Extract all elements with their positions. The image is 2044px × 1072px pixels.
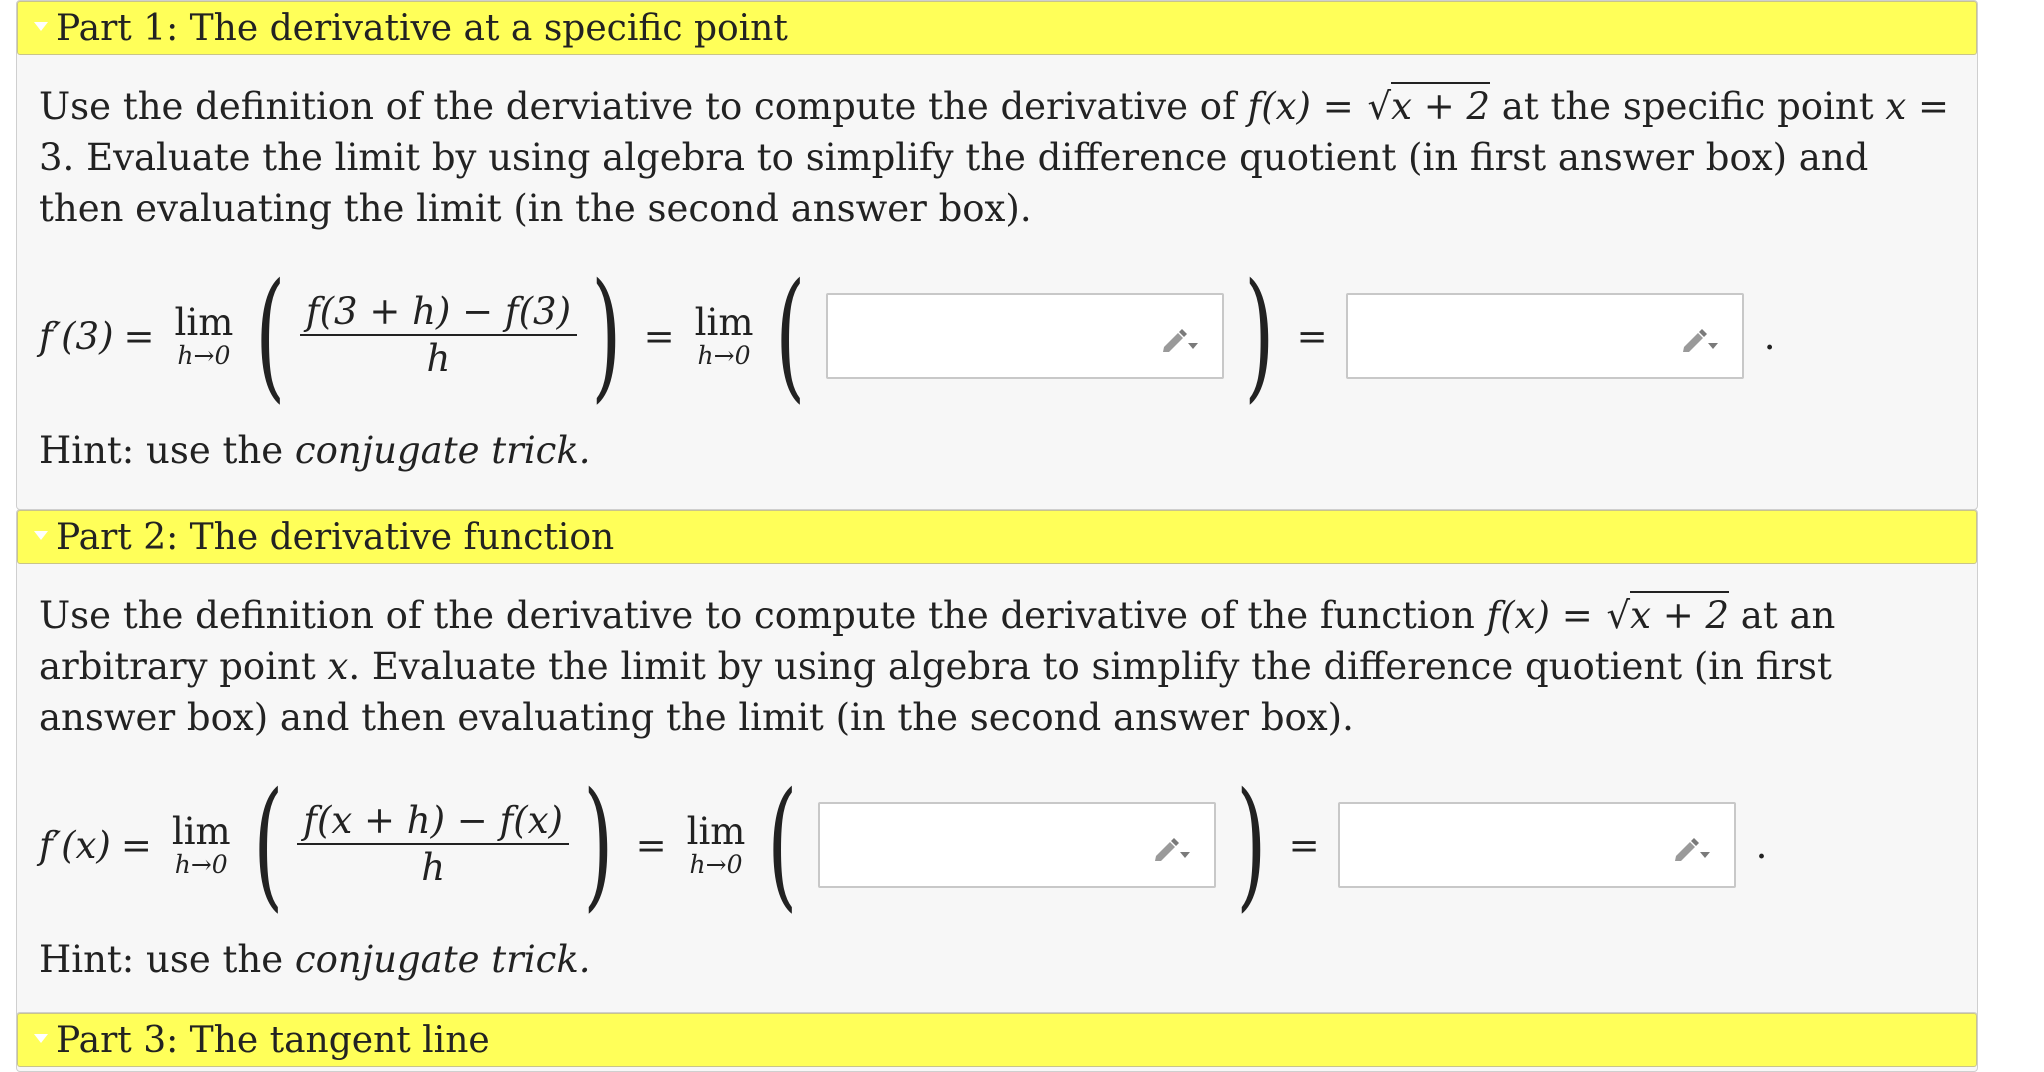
part1-lim-word-2: lim <box>694 301 754 344</box>
part2-lim-word-1: lim <box>171 810 231 853</box>
part1-hint: Hint: use the conjugate trick. <box>39 426 1955 476</box>
part1-title: Part 1: The derivative at a specific poi… <box>56 7 788 49</box>
part2-left-paren-2: ( <box>767 763 798 926</box>
part1-func-lhs: f(x) <box>1247 85 1311 128</box>
part3-section: Part 3: The tangent line <box>16 1012 1978 1072</box>
part2-lim-2: lim h→0 <box>687 812 746 878</box>
part2-eq-equals-2: = <box>635 823 667 867</box>
part2-difference-quotient: f(x + h) − f(x) h <box>297 799 569 891</box>
part2-prompt-text-a: Use the definition of the derivative to … <box>39 594 1487 637</box>
part2-eq-equals-3: = <box>1288 823 1320 867</box>
part2-lim-sub-1: h→0 <box>174 850 228 879</box>
part1-eq-equals-1: = <box>123 314 155 358</box>
part2-section: Part 2: The derivative function Use the … <box>16 509 1978 1021</box>
part1-frac-den: h <box>426 337 451 380</box>
part2-header[interactable]: Part 2: The derivative function <box>17 510 1977 564</box>
part2-eq-lhs: f′(x) <box>39 823 111 867</box>
part1-body: Use the definition of the derviative to … <box>17 55 1977 486</box>
part1-eq-lhs: f′(3) <box>39 314 114 358</box>
part2-lim-sub-2: h→0 <box>689 850 743 879</box>
part1-prompt-text-c: . Evaluate the limit by using algebra to… <box>39 136 1869 230</box>
part2-sqrt: √x + 2 <box>1605 590 1730 641</box>
part2-equation: f′(x) = lim h→0 ( f(x + h) − f(x) h ) = … <box>39 765 1955 925</box>
part1-hint-prefix: Hint: use the <box>39 429 295 472</box>
part2-lim-1: lim h→0 <box>172 812 231 878</box>
part2-eq-equals-1: = <box>120 823 152 867</box>
part1-prompt: Use the definition of the derviative to … <box>39 81 1959 234</box>
part1-answer-box-1[interactable] <box>826 293 1225 379</box>
part2-right-paren-2: ) <box>1236 763 1267 926</box>
part1-answer-box-2[interactable] <box>1345 293 1744 379</box>
part1-left-paren-1: ( <box>255 254 286 417</box>
part2-func-lhs: f(x) <box>1486 594 1550 637</box>
part2-sqrt-arg: x + 2 <box>1630 591 1730 637</box>
part1-header[interactable]: Part 1: The derivative at a specific poi… <box>17 1 1977 55</box>
part1-frac-num: f(3 + h) − f(3) <box>305 290 572 333</box>
part2-point-var: x <box>327 645 349 688</box>
part1-prompt-text-a: Use the definition of the derviative to … <box>39 85 1248 128</box>
part1-left-paren-2: ( <box>775 254 806 417</box>
part1-point-val: 3 <box>39 136 63 179</box>
part1-trailing-period: . <box>1763 314 1776 358</box>
pencil-dropdown-icon[interactable] <box>1152 832 1192 862</box>
pencil-dropdown-icon[interactable] <box>1672 832 1712 862</box>
part1-point-eq: = <box>1906 85 1950 128</box>
part1-func-eq: = <box>1310 85 1366 128</box>
part2-answer-box-2[interactable] <box>1337 802 1736 888</box>
part2-lim-word-2: lim <box>686 810 746 853</box>
part2-title: Part 2: The derivative function <box>56 516 615 558</box>
part1-difference-quotient: f(3 + h) − f(3) h <box>299 290 578 382</box>
part1-point-var: x <box>1885 85 1907 128</box>
part2-answer-box-1[interactable] <box>818 802 1217 888</box>
part2-frac-den: h <box>421 846 446 889</box>
part2-trailing-period: . <box>1755 823 1768 867</box>
part1-lim-1: lim h→0 <box>175 303 234 369</box>
part2-prompt: Use the definition of the derivative to … <box>39 590 1959 743</box>
part1-hint-emphasis: conjugate trick. <box>294 429 591 472</box>
part1-prompt-text-b: at the specific point <box>1490 85 1886 128</box>
part3-header[interactable]: Part 3: The tangent line <box>17 1013 1977 1067</box>
part1-eq-equals-3: = <box>1296 314 1328 358</box>
collapse-triangle-icon[interactable] <box>34 22 48 31</box>
part2-left-paren-1: ( <box>252 763 283 926</box>
part1-eq-equals-2: = <box>643 314 675 358</box>
part2-right-paren-1: ) <box>583 763 614 926</box>
part3-title: Part 3: The tangent line <box>56 1019 490 1061</box>
part1-section: Part 1: The derivative at a specific poi… <box>16 0 1978 510</box>
part1-right-paren-2: ) <box>1244 254 1275 417</box>
part1-sqrt-arg: x + 2 <box>1391 82 1491 128</box>
part2-func-eq: = <box>1549 594 1605 637</box>
collapse-triangle-icon[interactable] <box>34 1034 48 1043</box>
collapse-triangle-icon[interactable] <box>34 531 48 540</box>
pencil-dropdown-icon[interactable] <box>1160 323 1200 353</box>
part2-hint: Hint: use the conjugate trick. <box>39 935 1955 985</box>
part2-frac-num: f(x + h) − f(x) <box>303 799 563 842</box>
part2-hint-emphasis: conjugate trick. <box>294 938 591 981</box>
part2-hint-prefix: Hint: use the <box>39 938 295 981</box>
part1-lim-sub-1: h→0 <box>177 341 231 370</box>
part1-equation: f′(3) = lim h→0 ( f(3 + h) − f(3) h ) = … <box>39 256 1955 416</box>
part1-lim-sub-2: h→0 <box>697 341 751 370</box>
part1-lim-word-1: lim <box>174 301 234 344</box>
part1-lim-2: lim h→0 <box>695 303 754 369</box>
part2-body: Use the definition of the derivative to … <box>17 564 1977 995</box>
pencil-dropdown-icon[interactable] <box>1680 323 1720 353</box>
part1-sqrt: √x + 2 <box>1366 81 1491 132</box>
part1-right-paren-1: ) <box>591 254 622 417</box>
